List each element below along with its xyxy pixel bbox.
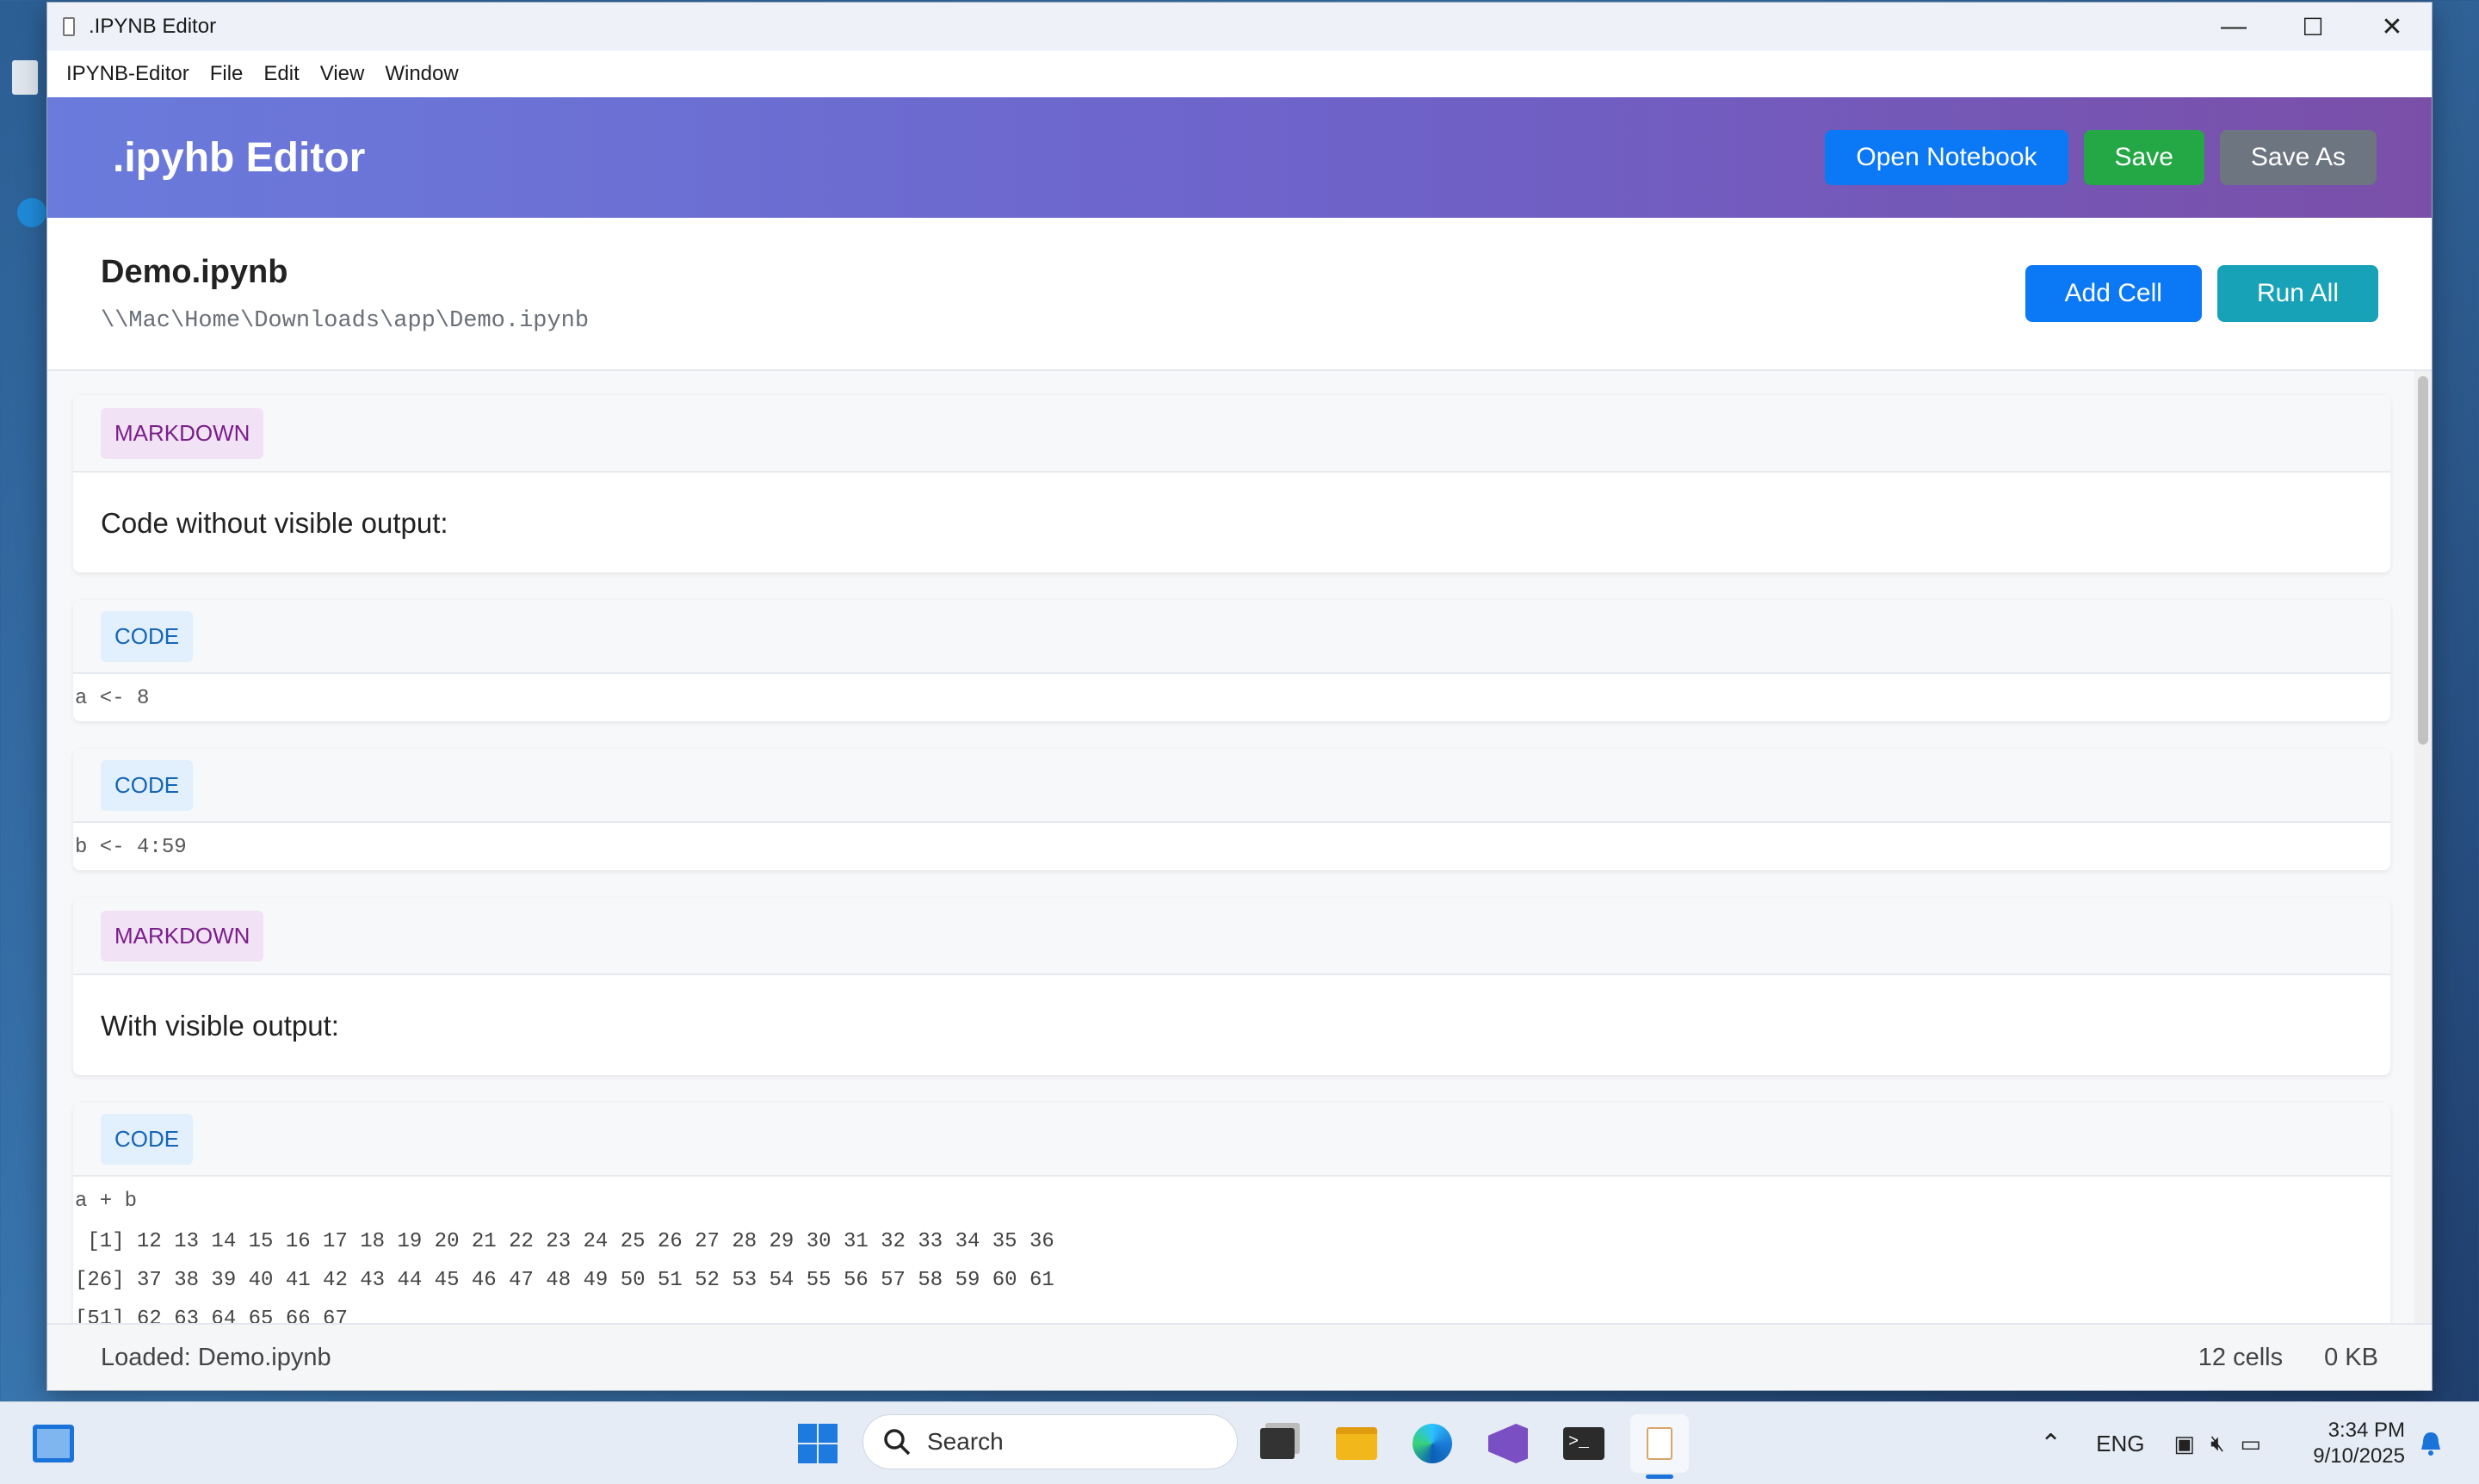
cell-header: CODE [73, 749, 2390, 823]
notebook-cell[interactable]: CODE a <- 8 [73, 600, 2390, 721]
maximize-icon[interactable]: ☐ [2273, 3, 2352, 51]
notebook-icon [59, 15, 78, 38]
code-editor[interactable]: b <- 4:59 [73, 823, 2390, 870]
menu-window[interactable]: Window [374, 62, 468, 86]
status-text: Loaded: Demo.ipynb [101, 1343, 331, 1371]
desktop-icon-recycle-bin[interactable] [0, 52, 52, 121]
volume-muted-icon[interactable]: 🔇︎ [2210, 1430, 2224, 1457]
notebook-cell[interactable]: CODE b <- 4:59 [73, 749, 2390, 870]
system-tray: ⌃ ENG ▣ 🔇︎ ▭ [2040, 1402, 2261, 1484]
code-editor[interactable]: a <- 8 [73, 674, 2390, 721]
clock[interactable]: 3:34 PM 9/10/2025 [2313, 1418, 2405, 1469]
search-placeholder: Search [927, 1428, 1004, 1455]
menu-view[interactable]: View [310, 62, 375, 86]
date: 9/10/2025 [2313, 1444, 2405, 1468]
notebook-cell[interactable]: MARKDOWN Code without visible output: [73, 395, 2390, 572]
cell-type-badge: MARKDOWN [101, 910, 264, 962]
cell-output-line: [26] 37 38 39 40 41 42 43 44 45 46 47 48… [75, 1269, 1054, 1292]
file-name: Demo.ipynb [101, 253, 288, 290]
time: 3:34 PM [2328, 1419, 2405, 1442]
edge-icon[interactable] [1403, 1414, 1462, 1473]
file-path: \\Mac\Home\Downloads\app\Demo.ipynb [101, 307, 590, 334]
ipynb-editor-taskbar-icon[interactable] [1630, 1414, 1689, 1473]
menu-edit[interactable]: Edit [253, 62, 309, 86]
visual-studio-icon[interactable] [1479, 1414, 1537, 1473]
file-info: Demo.ipynb \\Mac\Home\Downloads\app\Demo… [101, 254, 2010, 334]
editor-window: .IPYNB Editor — ☐ ✕ IPYNB-Editor File Ed… [46, 2, 2433, 1391]
open-notebook-button[interactable]: Open Notebook [1825, 130, 2068, 185]
network-icon[interactable]: ▣ [2173, 1431, 2195, 1457]
battery-icon[interactable]: ▭ [2240, 1431, 2261, 1457]
notebook-cell[interactable]: CODE a + b [1] 12 13 14 15 16 17 18 19 2… [73, 1103, 2390, 1323]
terminal-icon[interactable]: >_ [1555, 1414, 1613, 1473]
task-view-icon[interactable] [1248, 1414, 1307, 1473]
cell-header: MARKDOWN [73, 898, 2390, 975]
save-as-button[interactable]: Save As [2219, 130, 2377, 185]
cell-header: CODE [73, 600, 2390, 674]
cell-type-badge: CODE [101, 610, 194, 662]
taskbar: Search >_ ⌃ ENG ▣ 🔇︎ ▭ 3:34 PM 9/10/2025 [0, 1401, 2479, 1484]
minimize-icon[interactable]: — [2194, 3, 2273, 51]
taskbar-search[interactable]: Search [862, 1414, 1238, 1469]
language-indicator[interactable]: ENG [2096, 1431, 2144, 1457]
file-info-bar: Demo.ipynb \\Mac\Home\Downloads\app\Demo… [47, 218, 2432, 371]
title-bar: .IPYNB Editor — ☐ ✕ [47, 3, 2432, 51]
cell-header: MARKDOWN [73, 395, 2390, 473]
run-all-button[interactable]: Run All [2216, 265, 2378, 322]
code-editor[interactable]: a + b [73, 1177, 2390, 1224]
notebook-cell[interactable]: MARKDOWN With visible output: [73, 898, 2390, 1075]
cell-count: 12 cells [2198, 1343, 2284, 1371]
menu-bar: IPYNB-Editor File Edit View Window [47, 51, 2432, 97]
notification-bell-icon[interactable] [2414, 1414, 2448, 1473]
status-bar: Loaded: Demo.ipynb 12 cells 0 KB [47, 1323, 2432, 1390]
file-explorer-icon[interactable] [1327, 1414, 1386, 1473]
search-icon [884, 1429, 911, 1456]
markdown-content[interactable]: With visible output: [73, 975, 2390, 1075]
cell-output-line: [51] 62 63 64 65 66 67 [75, 1308, 348, 1323]
app-brand: .ipyhb Editor [113, 134, 366, 181]
cell-header: CODE [73, 1103, 2390, 1177]
start-icon[interactable] [788, 1414, 847, 1473]
add-cell-button[interactable]: Add Cell [2025, 265, 2202, 322]
cell-type-badge: CODE [101, 1113, 194, 1165]
window-title: .IPYNB Editor [89, 15, 217, 38]
save-button[interactable]: Save [2083, 130, 2204, 185]
app-header: .ipyhb Editor Open Notebook Save Save As [47, 97, 2432, 218]
vertical-scrollbar[interactable] [2414, 371, 2432, 1323]
widgets-icon[interactable] [24, 1414, 83, 1473]
markdown-content[interactable]: Code without visible output: [73, 473, 2390, 572]
desktop-icon-edge[interactable] [0, 189, 52, 258]
scrollbar-thumb[interactable] [2418, 376, 2428, 745]
chevron-up-icon[interactable]: ⌃ [2040, 1429, 2062, 1459]
close-icon[interactable]: ✕ [2352, 3, 2432, 51]
file-size: 0 KB [2324, 1343, 2378, 1371]
cell-type-badge: MARKDOWN [101, 407, 264, 459]
cell-type-badge: CODE [101, 759, 194, 811]
menu-app[interactable]: IPYNB-Editor [56, 62, 200, 86]
menu-file[interactable]: File [200, 62, 254, 86]
active-app-indicator [1646, 1475, 1673, 1479]
cell-output-line: [1] 12 13 14 15 16 17 18 19 20 21 22 23 … [75, 1230, 1054, 1253]
cells-area: MARKDOWN Code without visible output: CO… [47, 371, 2432, 1323]
